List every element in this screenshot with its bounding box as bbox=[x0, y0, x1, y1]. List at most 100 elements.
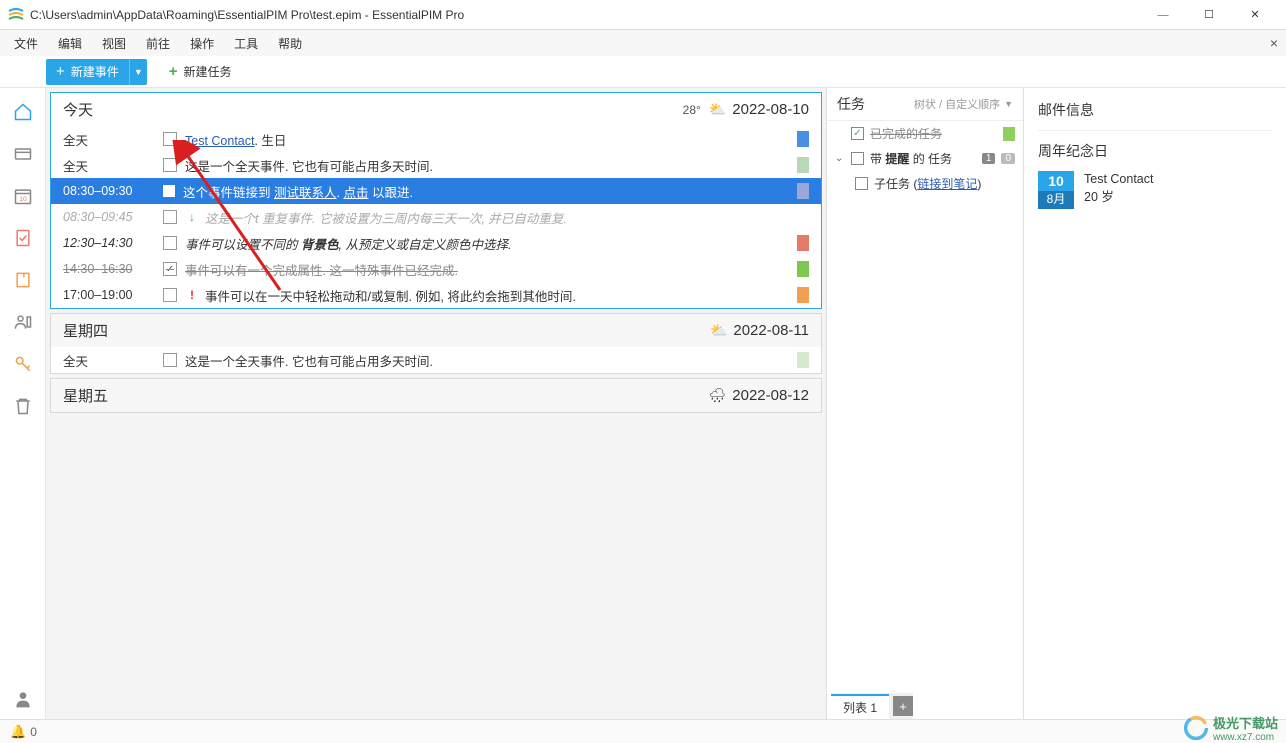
date-day: 10 bbox=[1038, 171, 1074, 191]
menu-close-icon[interactable]: × bbox=[1270, 35, 1278, 51]
main-area: 今天 28° ⛅ 2022-08-10 全天 Test Contact. 生日 … bbox=[46, 88, 1286, 719]
watermark-logo-icon bbox=[1183, 715, 1209, 741]
tasks-header: 任务 树状 / 自定义顺序 ▼ bbox=[827, 88, 1023, 121]
event-row[interactable]: 全天 这是一个全天事件. 它也有可能占用多天时间. bbox=[51, 152, 821, 178]
event-time: 12:30–14:30 bbox=[63, 236, 163, 250]
watermark-url: www.xz7.com bbox=[1213, 732, 1278, 743]
event-time: 08:30–09:45 bbox=[63, 210, 163, 224]
task-text: 已完成的任务 bbox=[870, 125, 942, 142]
tab-list-1[interactable]: 列表 1 bbox=[831, 694, 889, 719]
color-tag bbox=[797, 287, 809, 303]
anniversary-item[interactable]: 10 8月 Test Contact 20 岁 bbox=[1038, 171, 1272, 209]
note-link[interactable]: 链接到笔记 bbox=[917, 177, 977, 191]
day-date: 2022-08-11 bbox=[733, 322, 809, 339]
tasks-panel: 任务 树状 / 自定义顺序 ▼ ✓ 已完成的任务 ⌄ 带 提醒 的 任务 1 0… bbox=[826, 88, 1024, 719]
app-body: 10 今天 28° ⛅ 2022-08-10 全天 bbox=[0, 88, 1286, 719]
checkbox-icon[interactable] bbox=[163, 158, 177, 172]
task-row[interactable]: 子任务 (链接到笔记) bbox=[827, 171, 1023, 196]
svg-text:10: 10 bbox=[19, 196, 27, 203]
checkbox-icon[interactable] bbox=[163, 132, 177, 146]
day-date: 2022-08-10 bbox=[732, 101, 809, 118]
event-text: 事件可以设置不同的 背景色, 从预定义或自定义颜色中选择. bbox=[185, 234, 791, 253]
event-row[interactable]: 17:00–19:00 ! 事件可以在一天中轻松拖动和/或复制. 例如, 将此约… bbox=[51, 282, 821, 308]
sidebar-passwords[interactable] bbox=[1, 344, 45, 384]
notification-count: 0 bbox=[30, 725, 37, 739]
day-card-friday: 星期五 🌧 2022-08-12 bbox=[50, 378, 822, 413]
minimize-button[interactable]: — bbox=[1140, 0, 1186, 30]
contact-link[interactable]: 测试联系人 bbox=[274, 186, 337, 200]
sidebar-card[interactable] bbox=[1, 134, 45, 174]
event-row[interactable]: 14:30–16:30 ✓ 事件可以有一个完成属性. 这一特殊事件已经完成. bbox=[51, 256, 821, 282]
event-time: 17:00–19:00 bbox=[63, 288, 163, 302]
menu-file[interactable]: 文件 bbox=[4, 31, 48, 56]
new-event-dropdown[interactable]: ▼ bbox=[129, 59, 147, 85]
bell-icon[interactable]: 🔔 bbox=[10, 724, 26, 740]
color-tag bbox=[797, 352, 809, 368]
checkbox-icon[interactable] bbox=[855, 177, 868, 190]
menu-view[interactable]: 视图 bbox=[92, 31, 136, 56]
weather-temp: 28° bbox=[683, 103, 701, 117]
event-text: 事件可以有一个完成属性. 这一特殊事件已经完成. bbox=[185, 260, 791, 279]
count-badge: 1 bbox=[982, 153, 996, 164]
add-tab-button[interactable]: + bbox=[893, 696, 913, 716]
new-task-button[interactable]: + 新建任务 bbox=[161, 59, 240, 85]
checkbox-icon[interactable]: ✓ bbox=[163, 262, 177, 276]
click-link[interactable]: 点击 bbox=[343, 186, 368, 200]
event-time: 全天 bbox=[63, 156, 163, 175]
sidebar-notes[interactable] bbox=[1, 260, 45, 300]
event-time: 全天 bbox=[63, 351, 163, 370]
task-row[interactable]: ⌄ 带 提醒 的 任务 1 0 bbox=[827, 146, 1023, 171]
color-tag bbox=[797, 157, 809, 173]
task-text: 子任务 (链接到笔记) bbox=[874, 175, 981, 192]
event-row[interactable]: 全天 Test Contact. 生日 bbox=[51, 126, 821, 152]
checkbox-icon[interactable] bbox=[163, 353, 177, 367]
recur-icon: ↓ bbox=[185, 210, 199, 224]
anniversary-text: Test Contact 20 岁 bbox=[1084, 171, 1153, 209]
close-button[interactable]: ✕ bbox=[1232, 0, 1278, 30]
sidebar-contacts[interactable] bbox=[1, 302, 45, 342]
tasks-sort[interactable]: 树状 / 自定义顺序 bbox=[914, 96, 1000, 112]
sidebar-trash[interactable] bbox=[1, 386, 45, 426]
task-row[interactable]: ✓ 已完成的任务 bbox=[827, 121, 1023, 146]
menu-tools[interactable]: 工具 bbox=[224, 31, 268, 56]
day-title: 今天 bbox=[63, 99, 683, 120]
new-task-label: 新建任务 bbox=[184, 63, 232, 80]
day-header: 星期四 ⛅ 2022-08-11 bbox=[51, 314, 821, 347]
statusbar: 🔔 0 bbox=[0, 719, 1286, 743]
event-text: 事件可以在一天中轻松拖动和/或复制. 例如, 将此约会拖到其他时间. bbox=[205, 286, 791, 305]
checkbox-icon[interactable] bbox=[163, 288, 177, 302]
priority-icon: ! bbox=[185, 288, 199, 302]
event-row[interactable]: 08:30–09:45 ↓ 这是一个t 重复事件. 它被设置为三周内每三天一次,… bbox=[51, 204, 821, 230]
sidebar-tasks[interactable] bbox=[1, 218, 45, 258]
chevron-down-icon[interactable]: ▼ bbox=[1004, 99, 1013, 109]
menu-goto[interactable]: 前往 bbox=[136, 31, 180, 56]
event-row-selected[interactable]: 08:30–09:30 这个事件链接到 测试联系人. 点击 以跟进. bbox=[51, 178, 821, 204]
event-row[interactable]: 12:30–14:30 事件可以设置不同的 背景色, 从预定义或自定义颜色中选择… bbox=[51, 230, 821, 256]
sidebar-user[interactable] bbox=[1, 679, 45, 719]
checkbox-icon[interactable] bbox=[163, 185, 175, 197]
new-event-button[interactable]: + 新建事件 bbox=[46, 59, 129, 85]
checkbox-icon[interactable]: ✓ bbox=[851, 127, 864, 140]
date-badge: 10 8月 bbox=[1038, 171, 1074, 209]
checkbox-icon[interactable] bbox=[851, 152, 864, 165]
color-tag bbox=[797, 131, 809, 147]
weather-icon: ⛅ bbox=[709, 101, 726, 118]
new-event-label: 新建事件 bbox=[71, 63, 119, 80]
expand-icon[interactable]: ⌄ bbox=[835, 153, 845, 164]
menu-help[interactable]: 帮助 bbox=[268, 31, 312, 56]
event-text: 这个事件链接到 测试联系人. 点击 以跟进. bbox=[183, 182, 791, 201]
bottom-tabs: 列表 1 + bbox=[831, 693, 913, 719]
day-title: 星期四 bbox=[63, 320, 710, 341]
menu-action[interactable]: 操作 bbox=[180, 31, 224, 56]
event-text: Test Contact. 生日 bbox=[185, 130, 791, 149]
contact-link[interactable]: Test Contact bbox=[185, 134, 254, 148]
sidebar-home[interactable] bbox=[1, 92, 45, 132]
checkbox-icon[interactable] bbox=[163, 210, 177, 224]
event-row[interactable]: 全天 这是一个全天事件. 它也有可能占用多天时间. bbox=[51, 347, 821, 373]
menu-edit[interactable]: 编辑 bbox=[48, 31, 92, 56]
sidebar-calendar[interactable]: 10 bbox=[1, 176, 45, 216]
window-title: C:\Users\admin\AppData\Roaming\Essential… bbox=[30, 8, 1140, 22]
maximize-button[interactable]: ☐ bbox=[1186, 0, 1232, 30]
anniversary-header: 周年纪念日 bbox=[1038, 141, 1272, 161]
checkbox-icon[interactable] bbox=[163, 236, 177, 250]
